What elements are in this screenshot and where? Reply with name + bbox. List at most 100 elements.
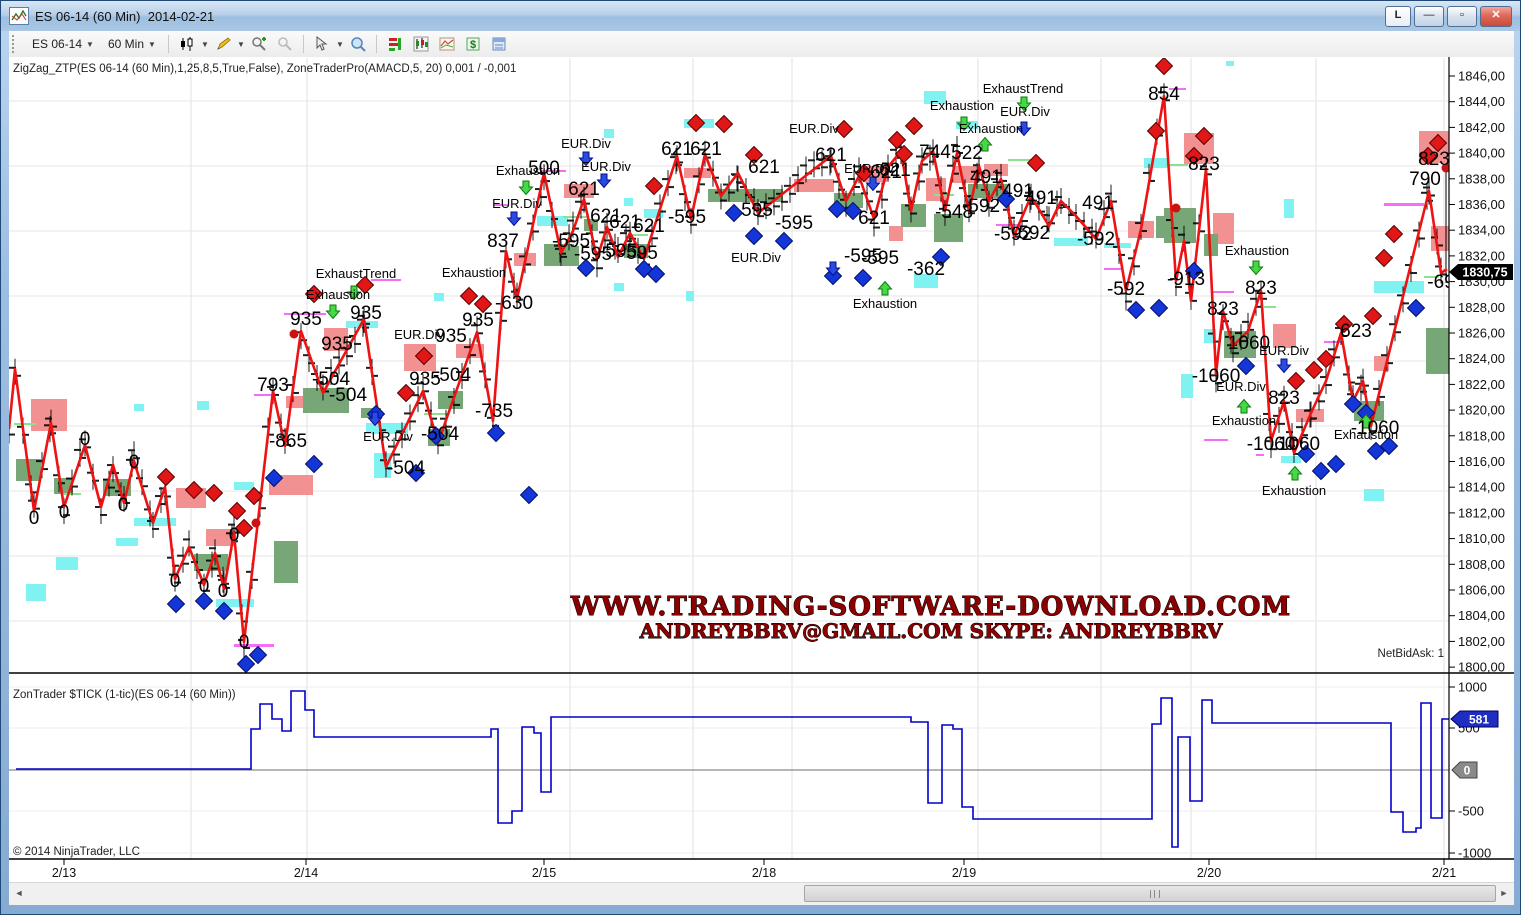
pivot-value-label: -1060 [1247, 434, 1296, 455]
indicator-label: ZigZag_ZTP(ES 06-14 (60 Min),1,25,8,5,Tr… [13, 63, 516, 75]
pivot-value-label: -913 [1167, 269, 1205, 290]
volume-accent-box [1226, 61, 1234, 66]
chevron-down-icon[interactable]: ▼ [200, 33, 210, 55]
date-axis-label[interactable]: 2/18 [752, 866, 776, 880]
price-axis-label[interactable]: 1836,00 [1458, 197, 1505, 212]
horizontal-scrollbar[interactable]: ◄ ► [9, 882, 1514, 905]
green-level-line [1008, 159, 1031, 161]
cursor-icon[interactable] [309, 32, 335, 56]
pivot-value-label: 0 [59, 502, 70, 523]
green-level-line [563, 216, 588, 218]
price-axis-label[interactable]: 1818,00 [1458, 428, 1505, 443]
level2-icon[interactable] [382, 32, 408, 56]
instrument-label: ES 06-14 [32, 37, 82, 51]
data-box-icon[interactable] [345, 32, 371, 56]
chart-trader-icon[interactable] [408, 32, 434, 56]
title-bar[interactable]: ES 06-14 (60 Min) 2014-02-21 L — ▫ ✕ [1, 1, 1520, 31]
price-axis-label[interactable]: 1826,00 [1458, 326, 1505, 341]
chart-canvas[interactable]: 0000000000793-865935935935935935935-504-… [9, 57, 1514, 904]
toolbar-separator [376, 35, 377, 53]
signal-label: EUR.Div [1000, 104, 1050, 119]
red-dot-marker [252, 519, 261, 528]
minimize-button[interactable]: — [1414, 6, 1444, 27]
price-axis-label[interactable]: 1806,00 [1458, 583, 1505, 598]
price-axis-label[interactable]: 1846,00 [1458, 69, 1505, 84]
date-axis-label[interactable]: 2/13 [52, 866, 76, 880]
price-axis-label[interactable]: 1834,00 [1458, 223, 1505, 238]
price-axis-label[interactable]: 1838,00 [1458, 171, 1505, 186]
pivot-value-label: 522 [951, 143, 983, 164]
dollar-icon[interactable]: $ [460, 32, 486, 56]
price-axis-label[interactable]: 1802,00 [1458, 634, 1505, 649]
signal-label: Exhaustion [496, 163, 560, 178]
signal-label: EUR.Div [581, 159, 631, 174]
date-axis-label[interactable]: 2/15 [532, 866, 556, 880]
signal-label: EUR.Div [363, 429, 413, 444]
signal-label: ExhaustTrend [316, 266, 396, 281]
toolbar-grip[interactable] [12, 35, 21, 53]
price-axis-label[interactable]: 1814,00 [1458, 480, 1505, 495]
chart-window: ES 06-14 (60 Min) 2014-02-21 L — ▫ ✕ ES … [0, 0, 1521, 915]
instrument-selector[interactable]: ES 06-14 ▼ [25, 34, 101, 54]
price-axis-label[interactable]: 1840,00 [1458, 146, 1505, 161]
volume-accent-box [197, 401, 209, 410]
date-axis-label[interactable]: 2/21 [1432, 866, 1456, 880]
svg-text:$: $ [470, 39, 476, 51]
scroll-left-icon[interactable]: ◄ [11, 885, 27, 902]
scrollbar-thumb[interactable] [804, 885, 1496, 902]
resistance-zone [889, 226, 903, 241]
tick-axis-label[interactable]: -1000 [1458, 846, 1491, 861]
signal-label: Exhaustion [306, 287, 370, 302]
signal-label: EUR.Div [789, 121, 839, 136]
signal-label: Exhaustion [853, 296, 917, 311]
price-axis-label[interactable]: 1844,00 [1458, 94, 1505, 109]
price-axis-label[interactable]: 1810,00 [1458, 531, 1505, 546]
pivot-value-label: 823 [1245, 278, 1277, 299]
price-axis-label[interactable]: 1800,00 [1458, 660, 1505, 675]
pivot-value-label: 621 [633, 216, 665, 237]
price-axis-label[interactable]: 1832,00 [1458, 248, 1505, 263]
chevron-down-icon[interactable]: ▼ [236, 33, 246, 55]
pivot-value-label: -630 [495, 293, 533, 314]
pivot-value-label: 823 [1188, 154, 1220, 175]
magenta-level-line [1384, 203, 1424, 206]
signal-label: EUR.Div [844, 161, 894, 176]
zoom-out-icon[interactable] [272, 32, 298, 56]
properties-icon[interactable] [486, 32, 512, 56]
indicator-panel-icon[interactable] [434, 32, 460, 56]
price-axis-label[interactable]: 1820,00 [1458, 403, 1505, 418]
volume-accent-box [1281, 456, 1301, 463]
magenta-level-line [1104, 268, 1121, 270]
period-selector[interactable]: 60 Min ▼ [101, 34, 163, 54]
price-axis-label[interactable]: 1804,00 [1458, 608, 1505, 623]
price-axis-label[interactable]: 1824,00 [1458, 351, 1505, 366]
copyright-label: © 2014 NinjaTrader, LLC [13, 846, 140, 858]
date-axis-label[interactable]: 2/19 [952, 866, 976, 880]
chevron-down-icon[interactable]: ▼ [335, 33, 345, 55]
signal-label: EUR.Div [1216, 379, 1266, 394]
price-axis-label[interactable]: 1816,00 [1458, 454, 1505, 469]
chart-type-icon[interactable] [174, 32, 200, 56]
tick-axis-label[interactable]: 1000 [1458, 680, 1487, 695]
price-axis-label[interactable]: 1828,00 [1458, 300, 1505, 315]
scroll-right-icon[interactable]: ► [1496, 885, 1512, 902]
draw-tool-icon[interactable] [210, 32, 236, 56]
signal-label: Exhaustion [1212, 413, 1276, 428]
close-button[interactable]: ✕ [1480, 6, 1512, 27]
signal-label: EUR.Div [492, 196, 542, 211]
language-button[interactable]: L [1385, 6, 1411, 27]
zoom-in-icon[interactable] [246, 32, 272, 56]
price-axis-label[interactable]: 1822,00 [1458, 377, 1505, 392]
green-level-line [14, 423, 36, 425]
last-price-badge-text: 1830,75 [1462, 266, 1507, 280]
date-axis-label[interactable]: 2/14 [294, 866, 318, 880]
price-axis-label[interactable]: 1808,00 [1458, 557, 1505, 572]
pivot-value-label: 623 [1340, 321, 1372, 342]
tick-axis-label[interactable]: -500 [1458, 804, 1484, 819]
price-axis-label[interactable]: 1842,00 [1458, 120, 1505, 135]
maximize-button[interactable]: ▫ [1447, 6, 1477, 27]
date-axis-label[interactable]: 2/20 [1197, 866, 1221, 880]
scrollbar-grip [1150, 890, 1160, 898]
pivot-value-label: 854 [1148, 84, 1180, 105]
price-axis-label[interactable]: 1812,00 [1458, 505, 1505, 520]
